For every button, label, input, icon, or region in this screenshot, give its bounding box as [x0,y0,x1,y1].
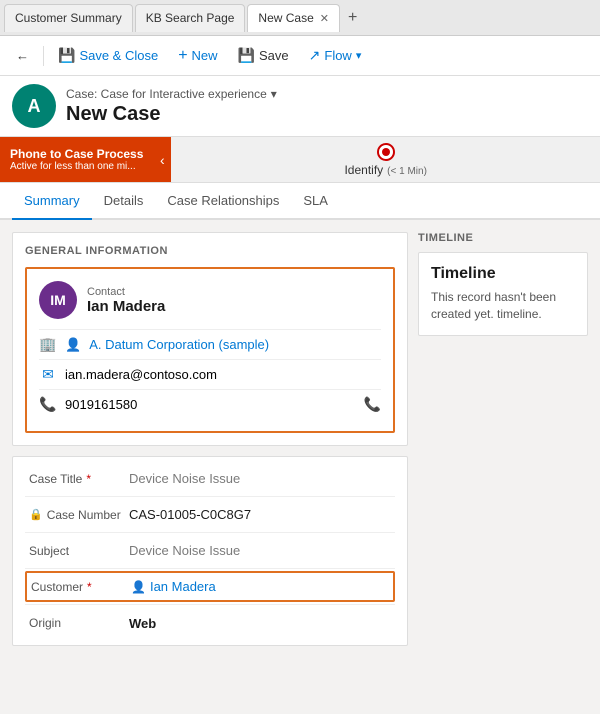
timeline-empty-text: This record hasn't been created yet. tim… [431,289,575,323]
record-breadcrumb[interactable]: Case: Case for Interactive experience ▾ [66,87,588,101]
case-number-value: CAS-01005-C0C8G7 [129,507,391,522]
customer-required: * [87,580,92,594]
nav-tabs: Summary Details Case Relationships SLA [0,183,600,220]
call-icon[interactable]: 📞 [364,396,381,413]
bpf-steps: Identify (< 1 Min) [171,137,600,182]
flow-dropdown-icon: ▾ [356,49,362,62]
browser-tab-bar: Customer Summary KB Search Page New Case… [0,0,600,36]
case-title-required: * [86,472,91,486]
save-close-button[interactable]: 💾 Save & Close [50,43,166,68]
breadcrumb-chevron-icon: ▾ [271,87,277,101]
contact-header: IM Contact Ian Madera [39,281,381,319]
close-tab-icon[interactable]: ✕ [320,12,329,25]
customer-field-row: Customer * 👤 Ian Madera [25,569,395,605]
phone-icon: 📞 [39,396,57,413]
bpf-bar: Phone to Case Process Active for less th… [0,137,600,183]
company-link[interactable]: A. Datum Corporation (sample) [89,337,269,352]
bpf-step-inner [382,148,390,156]
general-info-card: GENERAL INFORMATION IM Contact Ian Mader… [12,232,408,446]
bpf-step-circle [377,143,395,161]
tab-case-relationships[interactable]: Case Relationships [155,183,291,220]
main-content: GENERAL INFORMATION IM Contact Ian Mader… [0,220,600,709]
origin-value: Web [129,616,391,631]
tab-kb-search-page[interactable]: KB Search Page [135,4,246,32]
building-icon: 🏢 [39,336,57,353]
case-title-label: Case Title * [29,472,129,486]
save-icon: 💾 [238,47,255,64]
flow-button[interactable]: ↗ Flow ▾ [301,43,370,68]
contact-company-row: 🏢 👤 A. Datum Corporation (sample) [39,329,381,359]
record-title: New Case [66,103,588,126]
bpf-step-identify[interactable]: Identify (< 1 Min) [344,143,426,177]
tab-summary[interactable]: Summary [12,183,92,220]
general-info-title: GENERAL INFORMATION [25,245,395,257]
record-title-area: Case: Case for Interactive experience ▾ … [66,87,588,126]
contact-info: Contact Ian Madera [87,286,165,315]
case-title-value[interactable]: Device Noise Issue [129,471,391,486]
add-tab-button[interactable]: + [342,7,363,29]
form-fields-card: Case Title * Device Noise Issue 🔒 Case N… [12,456,408,646]
toolbar-divider-1 [43,46,44,66]
contact-icon-2: 👤 [65,337,81,353]
contact-card: IM Contact Ian Madera 🏢 👤 A. Datum Corpo… [25,267,395,433]
contact-email-row: ✉ ian.madera@contoso.com [39,359,381,389]
toolbar: ← 💾 Save & Close + New 💾 Save ↗ Flow ▾ [0,36,600,76]
case-title-field: Case Title * Device Noise Issue [25,461,395,497]
back-button[interactable]: ← [8,44,37,67]
lock-icon: 🔒 [29,508,43,521]
origin-field: Origin Web [25,605,395,641]
customer-label: Customer * [31,580,131,594]
bpf-collapse-button[interactable]: ‹ [153,137,171,182]
customer-contact-icon: 👤 [131,580,146,594]
left-column: GENERAL INFORMATION IM Contact Ian Mader… [12,232,408,697]
tab-sla[interactable]: SLA [291,183,340,220]
contact-phone-row: 📞 9019161580 📞 [39,389,381,419]
bpf-active-stage: Phone to Case Process Active for less th… [0,137,153,182]
subject-value[interactable]: Device Noise Issue [129,543,391,558]
record-header: A Case: Case for Interactive experience … [0,76,600,137]
case-number-field: 🔒 Case Number CAS-01005-C0C8G7 [25,497,395,533]
tab-customer-summary[interactable]: Customer Summary [4,4,133,32]
new-button[interactable]: + New [170,43,225,69]
subject-label: Subject [29,544,129,558]
case-number-label: 🔒 Case Number [29,508,129,522]
right-column: TIMELINE Timeline This record hasn't bee… [418,232,588,697]
timeline-card: Timeline This record hasn't been created… [418,252,588,336]
timeline-title: Timeline [431,265,575,283]
flow-icon: ↗ [309,47,321,64]
customer-value[interactable]: 👤 Ian Madera [131,579,389,594]
save-button[interactable]: 💾 Save [230,43,297,68]
contact-avatar: IM [39,281,77,319]
save-close-icon: 💾 [58,47,75,64]
tab-details[interactable]: Details [92,183,156,220]
record-avatar: A [12,84,56,128]
new-icon: + [178,47,187,65]
collapse-icon: ‹ [160,152,165,168]
subject-field: Subject Device Noise Issue [25,533,395,569]
mail-icon: ✉ [39,366,57,383]
timeline-section-title: TIMELINE [418,232,588,244]
origin-label: Origin [29,616,129,630]
tab-new-case[interactable]: New Case ✕ [247,4,340,32]
back-icon: ← [16,48,29,63]
